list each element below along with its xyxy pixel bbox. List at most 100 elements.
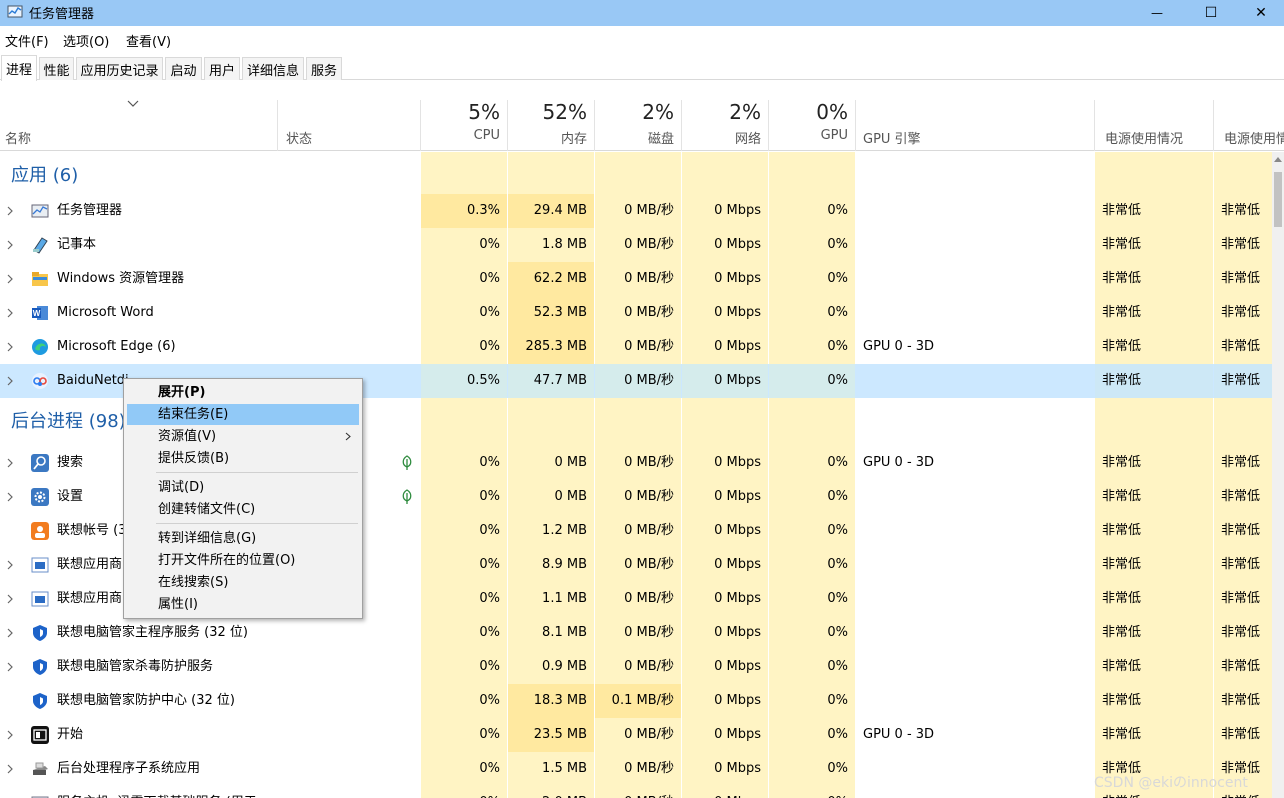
menu-item-properties[interactable]: 属性(I) (127, 594, 359, 615)
table-row[interactable]: 0% 1.8 MB 0 MB/秒 0 Mbps 0% 非常低 非常低 记事本 (0, 228, 1272, 262)
expand-chevron-icon[interactable] (6, 194, 18, 228)
menu-item-create-dump[interactable]: 创建转储文件(C) (127, 499, 359, 520)
expand-chevron-icon[interactable] (6, 616, 18, 650)
process-name: Microsoft Edge (6) (57, 339, 176, 354)
tab-services[interactable]: 服务 (306, 57, 342, 80)
table-row[interactable]: 0% 1.5 MB 0 MB/秒 0 Mbps 0% 非常低 非常低 后台处理程序子系统应用 (0, 752, 1272, 786)
heat-cell (769, 398, 855, 446)
table-row[interactable]: 0% 285.3 MB 0 MB/秒 0 Mbps 0% GPU 0 - 3D 非常低 非常低… (0, 330, 1272, 364)
cell-cpu: 0% (421, 582, 507, 616)
cell-net: 0 Mbps (682, 718, 768, 752)
expand-chevron-icon[interactable] (6, 228, 18, 262)
expand-chevron-icon[interactable] (6, 262, 18, 296)
minimize-button[interactable]: — (1134, 0, 1180, 26)
cell-net: 0 Mbps (682, 262, 768, 296)
maximize-button[interactable]: ☐ (1188, 0, 1234, 26)
tab-performance[interactable]: 性能 (39, 57, 74, 80)
menu-item-debug[interactable]: 调试(D) (127, 477, 359, 498)
menu-item-end-task[interactable]: 结束任务(E) (127, 404, 359, 425)
tab-label: 用户 (208, 63, 235, 79)
tab-details[interactable]: 详细信息 (242, 57, 304, 80)
header-disk[interactable]: 2% 磁盘 (595, 100, 681, 151)
header-power-usage[interactable]: 电源使用情况 (1095, 100, 1213, 151)
process-name: 设置 (57, 489, 84, 504)
header-gpu-percent: 0% (816, 100, 848, 124)
lenovo-store-icon (31, 591, 49, 607)
tab-startup[interactable]: 启动 (165, 57, 202, 80)
menu-options[interactable]: 选项(O) (63, 31, 109, 50)
tab-label: 进程 (5, 63, 32, 78)
cell-disk: 0 MB/秒 (595, 296, 681, 330)
menu-item-go-to-details[interactable]: 转到详细信息(G) (127, 528, 359, 549)
header-gpu[interactable]: 0% GPU (769, 100, 855, 151)
group-background-title: 后台进程 (98) (11, 411, 126, 432)
cell-disk: 0 MB/秒 (595, 364, 681, 398)
menu-item-open-file-location[interactable]: 打开文件所在的位置(O) (127, 550, 359, 571)
menu-file[interactable]: 文件(F) (5, 31, 49, 50)
table-row[interactable]: 0% 52.3 MB 0 MB/秒 0 Mbps 0% 非常低 非常低 W Microsoft … (0, 296, 1272, 330)
heat-cell (1214, 152, 1272, 200)
expand-chevron-icon[interactable] (6, 718, 18, 752)
header-memory-percent: 52% (542, 100, 587, 124)
cell-power-trend: 非常低 (1214, 364, 1272, 398)
cell-cpu: 0% (421, 684, 507, 718)
expand-chevron-icon[interactable] (6, 752, 18, 786)
cell-disk: 0 MB/秒 (595, 548, 681, 582)
scrollbar-thumb[interactable] (1274, 172, 1282, 227)
expand-chevron-icon[interactable] (6, 786, 18, 798)
cell-gpu-engine (856, 514, 1094, 548)
cell-mem: 52.3 MB (508, 296, 594, 330)
tab-label: 应用历史记录 (80, 63, 159, 79)
table-row[interactable]: 0% 23.5 MB 0 MB/秒 0 Mbps 0% GPU 0 - 3D 非常低 非常低开… (0, 718, 1272, 752)
header-name[interactable]: 名称 (0, 100, 277, 151)
task-manager-icon (31, 204, 49, 218)
header-gpu-engine[interactable]: GPU 引擎 (856, 100, 1094, 151)
menu-item-feedback[interactable]: 提供反馈(B) (127, 448, 359, 469)
expand-chevron-icon[interactable] (6, 548, 18, 582)
cell-mem: 29.4 MB (508, 194, 594, 228)
suspended-leaf-icon (402, 489, 412, 504)
menu-view[interactable]: 查看(V) (126, 31, 171, 50)
tab-users[interactable]: 用户 (204, 57, 240, 80)
cell-net: 0 Mbps (682, 296, 768, 330)
cell-gpu: 0% (769, 582, 855, 616)
header-network-percent: 2% (729, 100, 761, 124)
close-button[interactable]: ✕ (1238, 0, 1284, 26)
header-cpu[interactable]: 5% CPU (421, 100, 507, 151)
expand-chevron-icon[interactable] (6, 330, 18, 364)
tab-app-history[interactable]: 应用历史记录 (76, 57, 163, 80)
menu-item-expand[interactable]: 展开(P) (127, 382, 359, 403)
cell-disk: 0 MB/秒 (595, 616, 681, 650)
tab-processes[interactable]: 进程 (1, 55, 37, 81)
expand-chevron-icon[interactable] (6, 582, 18, 616)
expand-chevron-icon[interactable] (6, 446, 18, 480)
cell-power: 非常低 (1095, 684, 1213, 718)
heat-cell (682, 152, 768, 200)
cell-disk: 0 MB/秒 (595, 752, 681, 786)
header-memory[interactable]: 52% 内存 (508, 100, 594, 151)
lenovo-account-icon (31, 522, 49, 540)
menu-item-search-online[interactable]: 在线搜索(S) (127, 572, 359, 593)
header-network[interactable]: 2% 网络 (682, 100, 768, 151)
table-row[interactable]: 0% 62.2 MB 0 MB/秒 0 Mbps 0% 非常低 非常低 Windows 资源管… (0, 262, 1272, 296)
lenovo-shield-icon (33, 693, 47, 709)
cell-cpu: 0% (421, 228, 507, 262)
expand-chevron-icon[interactable] (6, 364, 18, 398)
expand-chevron-icon[interactable] (6, 296, 18, 330)
header-power-trend[interactable]: 电源使用情 (1214, 100, 1284, 151)
table-row[interactable]: 0% 8.1 MB 0 MB/秒 0 Mbps 0% 非常低 非常低 联想电脑管家主程序服务 … (0, 616, 1272, 650)
vertical-scrollbar[interactable] (1272, 152, 1284, 798)
table-row[interactable]: 0% 0.9 MB 0 MB/秒 0 Mbps 0% 非常低 非常低 联想电脑管家杀毒防护服务 (0, 650, 1272, 684)
header-status[interactable]: 状态 (278, 100, 420, 151)
cell-net: 0 Mbps (682, 514, 768, 548)
expand-chevron-icon[interactable] (6, 650, 18, 684)
scroll-up-icon[interactable] (1274, 156, 1282, 162)
cell-gpu: 0% (769, 480, 855, 514)
cell-disk: 0 MB/秒 (595, 330, 681, 364)
table-row[interactable]: 0%2.0 MB0 MB/秒0 Mbps0%非常低非常低服务主机: 迅雷下载基础… (0, 786, 1272, 798)
table-row[interactable]: 0% 18.3 MB 0.1 MB/秒 0 Mbps 0% 非常低 非常低 联想电脑管家防护中… (0, 684, 1272, 718)
menu-item-resource-values[interactable]: 资源值(V) (127, 426, 359, 447)
cell-gpu: 0% (769, 752, 855, 786)
expand-chevron-icon[interactable] (6, 480, 18, 514)
table-row[interactable]: 0.3% 29.4 MB 0 MB/秒 0 Mbps 0% 非常低 非常低 任务管理器 (0, 194, 1272, 228)
